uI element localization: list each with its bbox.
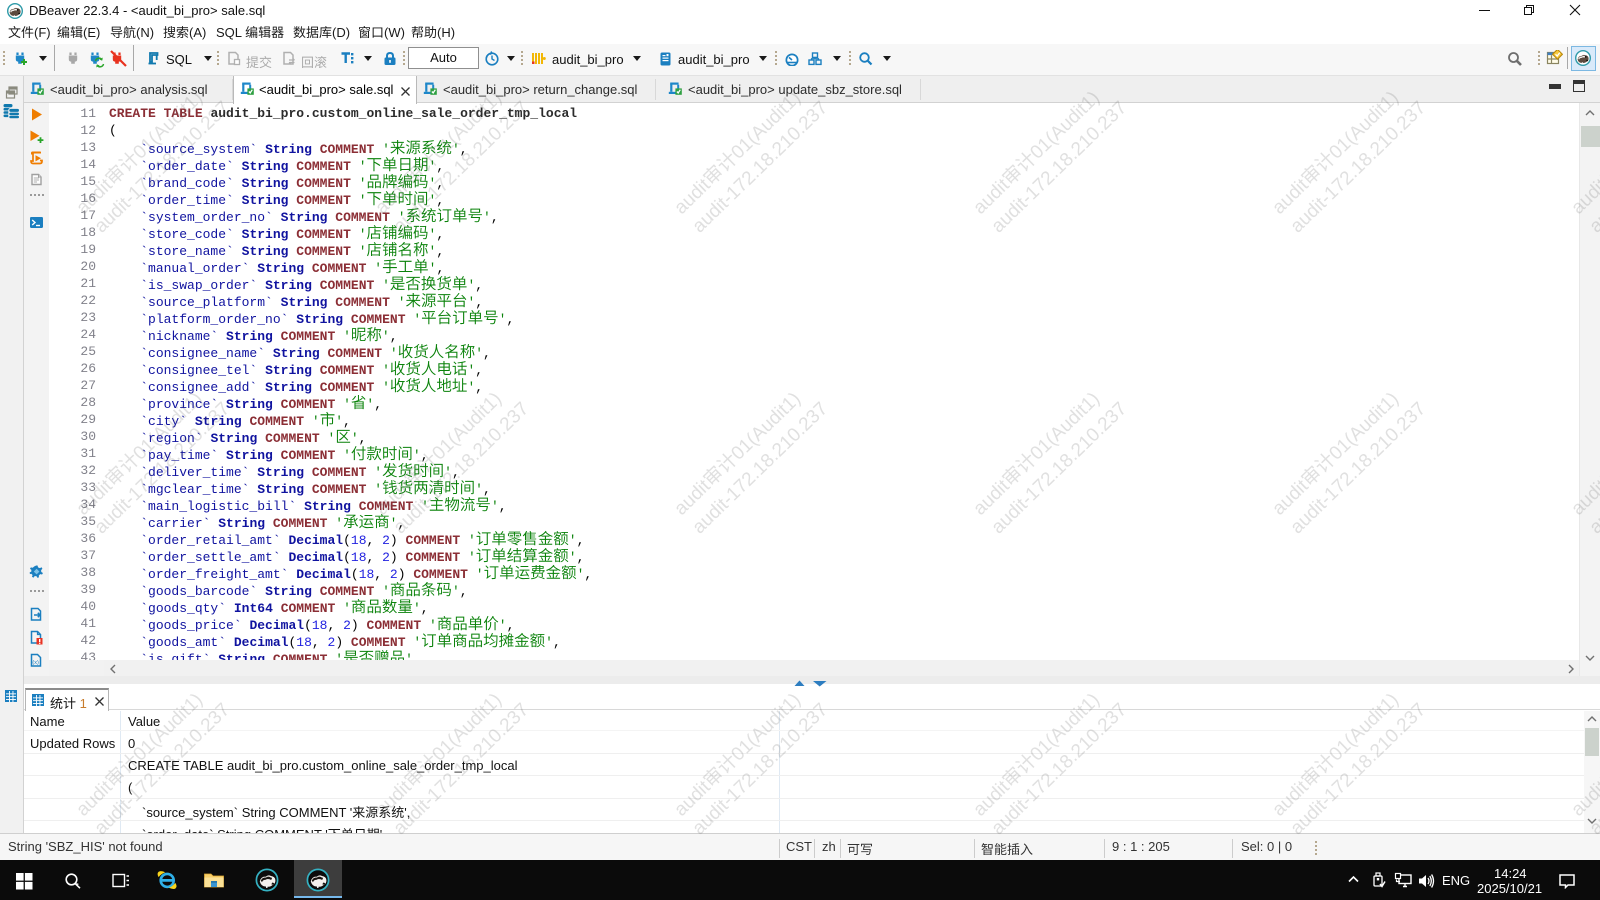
svg-text:(x): (x): [32, 660, 39, 666]
